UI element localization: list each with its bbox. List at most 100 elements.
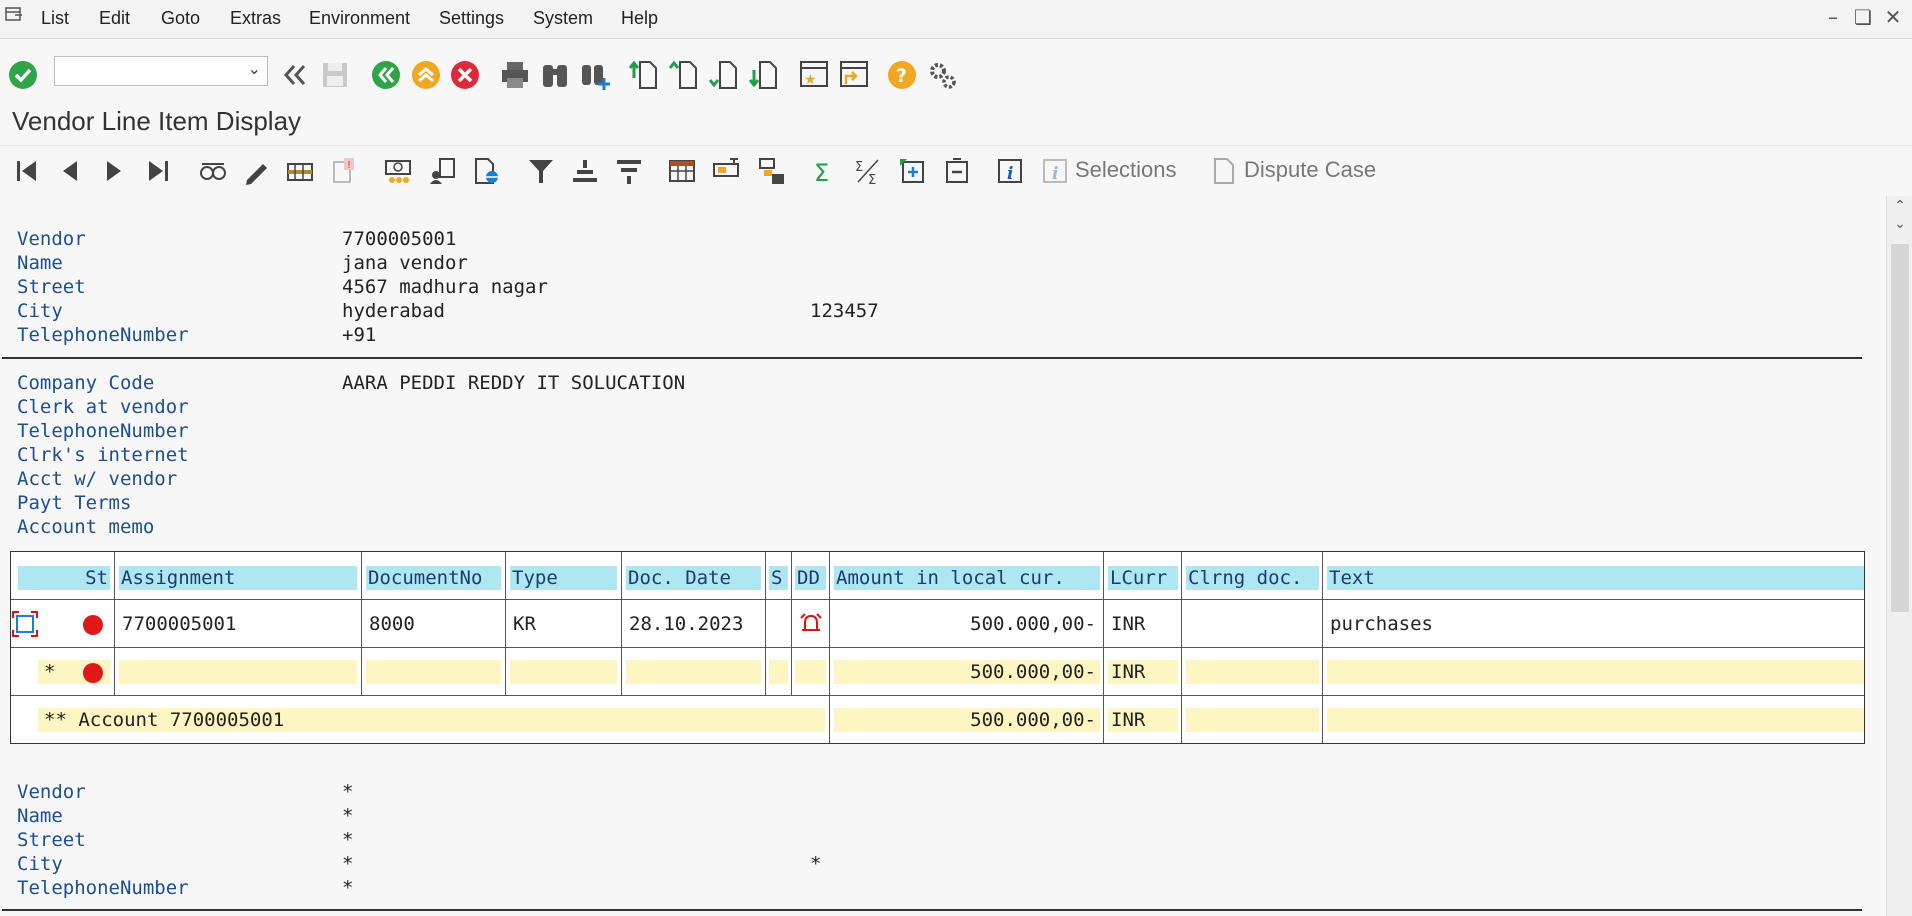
blocked-icon[interactable]: ! [329,156,359,186]
collapse-toolbar-icon[interactable] [278,58,312,92]
change-line-items-icon[interactable] [285,156,315,186]
exit-icon[interactable] [409,58,443,92]
due-date-alarm-icon [800,613,822,631]
subtotal-assignment-cell [119,660,357,684]
command-field[interactable]: ⌄ [54,56,268,86]
vendor-label: Vendor [17,228,86,250]
clerk-label: Clerk at vendor [17,396,189,418]
find-next-icon[interactable] [578,58,612,92]
sort-ascending-icon[interactable] [570,156,600,186]
sort-descending-icon[interactable] [614,156,644,186]
system-menu-icon[interactable] [5,6,23,22]
collapse-icon[interactable] [941,156,971,186]
street-label: Street [17,276,86,298]
subtotals-icon[interactable]: ΣΣ [853,156,883,186]
account-total-row[interactable]: ** Account 7700005001 500.000,00- INR [11,696,1864,742]
subtotal-text-cell [1327,660,1864,684]
previous-page-icon[interactable] [668,58,702,92]
cell-doc-date: 28.10.2023 [629,613,744,635]
last-page-icon[interactable] [748,58,782,92]
column-header-status[interactable]: St [18,566,110,590]
first-item-icon[interactable] [12,156,42,186]
next-item-icon[interactable] [99,156,129,186]
customize-layout-icon[interactable] [925,58,959,92]
subtotal-row[interactable]: * 500.000,00- INR [11,648,1864,695]
select-layout-icon[interactable] [711,156,741,186]
column-header-document-no[interactable]: DocumentNo [366,566,501,590]
display-document-icon[interactable] [198,156,228,186]
find-icon[interactable] [538,58,572,92]
menu-goto[interactable]: Goto [161,8,200,29]
svg-text:★: ★ [804,72,817,88]
column-header-local-currency[interactable]: LCurr [1108,566,1178,590]
save-layout-icon[interactable] [756,156,786,186]
change-document-icon[interactable] [241,156,271,186]
total-icon[interactable]: Σ [809,156,839,186]
restore-icon[interactable]: ❏ [1850,6,1876,30]
account-total-currency: INR [1111,709,1146,731]
subtotal-amount: 500.000,00- [970,661,1096,683]
chevron-down-icon[interactable]: ⌄ [248,59,261,78]
dispute-case-icon[interactable] [1209,156,1239,186]
footer-city-label: City [17,853,63,875]
column-header-doc-date[interactable]: Doc. Date [626,566,761,590]
column-header-amount[interactable]: Amount in local cur. [834,566,1100,590]
next-page-icon[interactable] [708,58,742,92]
menu-environment[interactable]: Environment [309,8,410,29]
vertical-scrollbar[interactable]: ⌃ ⌄ [1886,196,1912,916]
svg-text:i: i [1052,164,1058,184]
cell-document-no[interactable]: 8000 [369,612,415,636]
subtotal-clearing-cell [1186,660,1319,684]
menu-edit[interactable]: Edit [99,8,130,29]
menu-list[interactable]: List [41,8,69,29]
menu-extras[interactable]: Extras [230,8,281,29]
column-header-text[interactable]: Text [1327,566,1864,590]
last-item-icon[interactable] [143,156,173,186]
menu-settings[interactable]: Settings [439,8,504,29]
information-icon[interactable]: i [995,156,1025,186]
separator-line [2,357,1862,359]
help-icon[interactable]: ? [885,58,919,92]
table-row[interactable]: 7700005001 8000 KR 28.10.2023 500.000,00… [11,600,1864,647]
selections-button[interactable]: Selections [1075,157,1177,183]
change-layout-icon[interactable] [667,156,697,186]
column-header-s[interactable]: S [769,566,788,590]
footer-separator-line [2,909,1862,911]
cancel-icon[interactable] [448,58,482,92]
scroll-up-icon[interactable]: ⌃ [1887,198,1912,214]
acct-with-vendor-label: Acct w/ vendor [17,468,178,490]
menu-help[interactable]: Help [621,8,658,29]
dispute-case-button[interactable]: Dispute Case [1244,157,1376,183]
back-icon[interactable] [369,58,403,92]
previous-item-icon[interactable] [55,156,85,186]
city-value: hyderabad [342,300,445,322]
print-icon[interactable] [498,58,532,92]
street-value: 4567 madhura nagar [342,276,548,298]
svg-text:!: ! [347,160,351,171]
row-select-checkbox[interactable] [12,611,38,637]
scroll-down-icon[interactable]: ⌄ [1887,216,1912,232]
minimize-icon[interactable]: – [1820,6,1846,30]
payment-icon[interactable] [383,156,413,186]
column-header-assignment[interactable]: Assignment [119,566,357,590]
shortcut-icon[interactable] [837,58,871,92]
close-window-icon[interactable]: ✕ [1880,6,1906,30]
svg-text:i: i [1007,164,1013,184]
correspondence-icon[interactable] [471,156,501,186]
filter-icon[interactable] [526,156,556,186]
menu-system[interactable]: System [533,8,593,29]
enter-icon[interactable] [6,58,40,92]
svg-text:Σ: Σ [868,173,876,186]
create-session-icon[interactable]: ★ [797,58,831,92]
first-page-icon[interactable] [628,58,662,92]
selections-icon[interactable]: i [1040,156,1070,186]
column-header-type[interactable]: Type [510,566,617,590]
company-code-value: AARA PEDDI REDDY IT SOLUCATION [342,372,686,394]
expand-icon[interactable] [897,156,927,186]
subtotal-currency: INR [1111,661,1146,683]
save-icon[interactable] [318,58,352,92]
scrollbar-thumb[interactable] [1891,244,1909,612]
column-header-clearing-doc[interactable]: Clrng doc. [1186,566,1319,590]
column-header-dd[interactable]: DD [795,566,826,590]
document-list-icon[interactable] [427,156,457,186]
